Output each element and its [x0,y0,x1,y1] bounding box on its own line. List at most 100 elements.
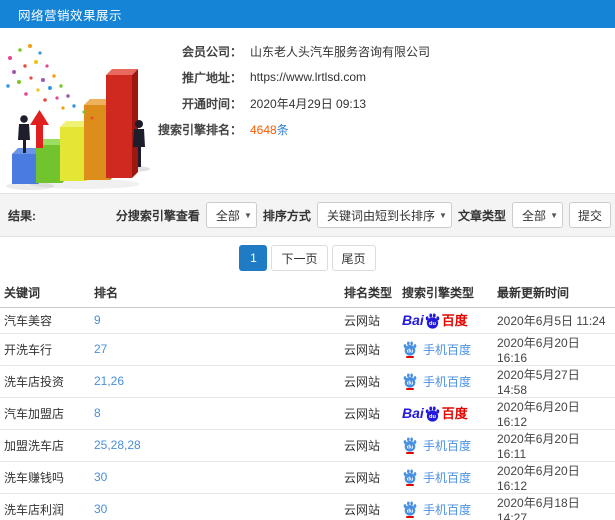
open-time-value: 2020年4月29日 09:13 [250,96,367,111]
update-time-cell: 2020年6月20日 16:12 [497,463,580,493]
rank-link[interactable]: 25,28,28 [94,438,141,452]
engine-cell: du 手机百度 [398,429,493,462]
rank-count-label: 搜索引擎排名： [157,122,242,137]
baidu-cn-text: 百度 [441,405,468,421]
table-row: 洗车店投资 21,26 云网站 du 手机百度 2020年5月27日 14:58 [0,365,615,398]
keyword-cell: 汽车加盟店 [4,406,65,421]
company-link[interactable]: 山东老人头汽车服务咨询有限公司 [250,43,430,60]
update-time-cell: 2020年5月27日 14:58 [497,367,580,397]
info-row-open-time: 开通时间： 2020年4月29日 09:13 [130,90,600,116]
rank-link[interactable]: 21,26 [94,374,124,388]
update-time-cell: 2020年6月20日 16:12 [497,399,580,429]
table-row: 洗车店利润 30 云网站 du 手机百度 2020年6月18日 14:27 [0,493,615,520]
engine-cell: du 手机百度 [398,493,493,520]
open-time-label: 开通时间： [181,96,242,111]
engine-cell: Bai du 百度 [398,397,493,430]
mobile-baidu-paw-icon: du [402,436,418,454]
svg-text:du: du [407,380,414,386]
mobile-baidu-label: 手机百度 [423,470,472,485]
rank-type-cell: 云网站 [344,438,381,453]
engine-cell: Bai du 百度 [398,307,493,334]
baidu-cn-text: 百度 [441,312,468,328]
table-row: 汽车加盟店 8 云网站 Bai du 百度 2020年6月20日 16:12 [0,397,615,430]
article-type-label: 文章类型 [457,208,506,223]
sort-value: 关键词由短到长排序 [326,208,435,223]
chevron-down-icon: ▼ [244,211,252,220]
rank-count-number: 4648 [250,122,277,137]
company-info-section: 会员公司： 山东老人头汽车服务咨询有限公司 推广地址： https://www.… [0,28,615,193]
mobile-baidu-label: 手机百度 [423,502,472,517]
svg-text:du: du [407,476,414,482]
mobile-baidu-logo: du 手机百度 [402,500,471,518]
table-row: 洗车赚钱吗 30 云网站 du 手机百度 2020年6月20日 16:12 [0,461,615,494]
mobile-baidu-logo: du 手机百度 [402,436,471,454]
rank-link[interactable]: 9 [94,313,101,327]
result-label: 结果: [8,208,36,223]
keyword-cell: 洗车赚钱吗 [4,470,65,485]
engine-filter-select[interactable]: 全部 ▼ [205,202,257,228]
rank-link[interactable]: 30 [94,502,107,516]
engine-cell: du 手机百度 [398,333,493,366]
table-row: 开洗车行 27 云网站 du 手机百度 2020年6月20日 16:16 [0,333,615,366]
engine-cell: du 手机百度 [398,461,493,494]
rank-type-cell: 云网站 [344,342,381,357]
article-type-value: 全部 [521,208,546,223]
update-time-cell: 2020年6月5日 11:24 [497,313,606,328]
submit-button[interactable]: 提交 [568,202,611,228]
mobile-baidu-label: 手机百度 [423,342,472,357]
mobile-baidu-paw-icon: du [402,500,418,518]
rank-type-cell: 云网站 [344,313,381,328]
sort-select[interactable]: 关键词由短到长排序 ▼ [316,202,452,228]
baidu-logo: Bai du 百度 [402,312,468,329]
update-time-cell: 2020年6月20日 16:16 [497,335,580,365]
promo-url-link[interactable]: https://www.lrtlsd.com [250,70,366,84]
rank-type-cell: 云网站 [344,374,381,389]
last-page-button[interactable]: 尾页 [331,245,376,271]
mobile-baidu-paw-icon: du [402,340,418,358]
company-label: 会员公司： [181,44,242,59]
col-rank: 排名 [90,279,340,308]
baidu-paw-icon: du [425,406,440,422]
mobile-baidu-paw-icon: du [402,468,418,486]
article-type-select[interactable]: 全部 ▼ [511,202,563,228]
keyword-cell: 汽车美容 [4,313,53,328]
next-page-button[interactable]: 下一页 [271,245,328,271]
chevron-down-icon: ▼ [439,211,447,220]
mobile-baidu-logo: du 手机百度 [402,468,471,486]
keyword-cell: 开洗车行 [4,342,53,357]
rank-link[interactable]: 27 [94,342,107,356]
engine-filter-label: 分搜索引擎查看 [115,208,200,223]
svg-text:du: du [407,508,414,514]
rank-type-cell: 云网站 [344,406,381,421]
svg-text:du: du [407,444,414,450]
baidu-bai-text: Bai [402,405,424,421]
page-title: 网络营销效果展示 [18,8,123,23]
filter-bar: 结果: 分搜索引擎查看 全部 ▼ 排序方式 关键词由短到长排序 ▼ 文章类型 全… [0,193,615,237]
col-engine: 搜索引擎类型 [398,279,493,308]
svg-text:du: du [407,348,414,354]
rank-link[interactable]: 8 [94,406,101,420]
keyword-cell: 洗车店投资 [4,374,65,389]
page-1-button[interactable]: 1 [239,245,268,271]
table-row: 汽车美容 9 云网站 Bai du 百度 2020年6月5日 11:24 [0,307,615,334]
rank-link[interactable]: 30 [94,470,107,484]
rank-count-value: 4648条 [250,121,289,138]
info-row-company: 会员公司： 山东老人头汽车服务咨询有限公司 [130,38,600,64]
engine-filter-value: 全部 [215,208,240,223]
baidu-bai-text: Bai [402,312,424,328]
app-header: 网络营销效果展示 [0,0,615,28]
promo-url-label: 推广地址： [181,70,242,85]
update-time-cell: 2020年6月18日 14:27 [497,495,580,520]
keyword-cell: 加盟洗车店 [4,438,65,453]
rank-type-cell: 云网站 [344,502,381,517]
mobile-baidu-paw-icon: du [402,372,418,390]
rank-count-suffix: 条 [276,122,289,137]
mobile-baidu-label: 手机百度 [423,438,472,453]
engine-cell: du 手机百度 [398,365,493,398]
svg-text:du: du [429,414,436,420]
sort-label: 排序方式 [262,208,311,223]
baidu-logo: Bai du 百度 [402,405,468,422]
pagination: 1 下一页 尾页 [0,237,615,279]
col-keyword: 关键词 [0,279,90,308]
mobile-baidu-label: 手机百度 [423,374,472,389]
